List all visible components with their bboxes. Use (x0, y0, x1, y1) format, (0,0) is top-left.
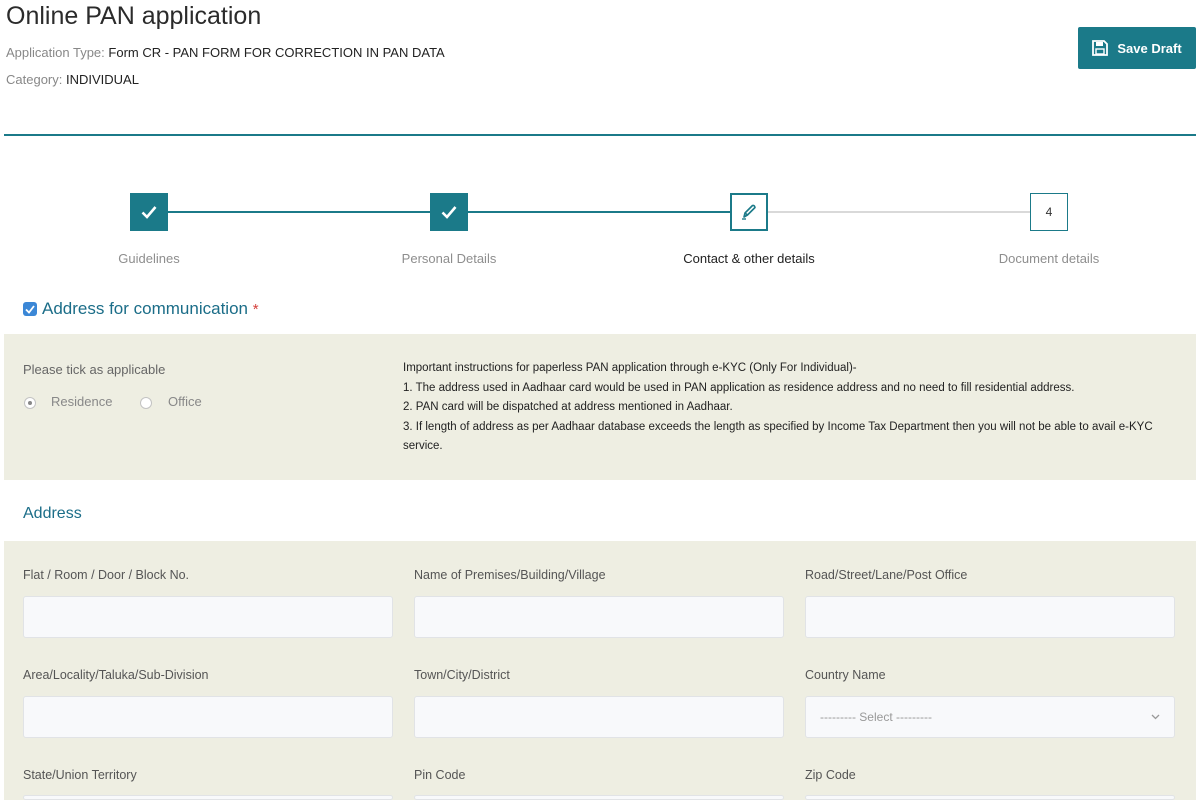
stepper-connector (168, 211, 430, 213)
country-field-label: Country Name (805, 668, 886, 682)
step-number: 4 (1045, 205, 1053, 219)
application-type-label: Application Type: (6, 45, 105, 60)
town-input[interactable] (414, 696, 784, 738)
step-label-guidelines: Guidelines (118, 251, 180, 266)
instructions-heading: Important instructions for paperless PAN… (403, 362, 857, 374)
instruction-item: 3. If length of address as per Aadhaar d… (403, 420, 1153, 453)
save-draft-label: Save Draft (1117, 40, 1182, 56)
header-divider (4, 134, 1196, 136)
communication-checkbox[interactable] (23, 302, 37, 316)
area-field-label: Area/Locality/Taluka/Sub-Division (23, 668, 209, 682)
premises-input[interactable] (414, 596, 784, 638)
application-type-value: Form CR - PAN FORM FOR CORRECTION IN PAN… (108, 45, 445, 60)
residence-radio[interactable] (24, 397, 36, 409)
area-input[interactable] (23, 696, 393, 738)
country-select[interactable]: --------- Select --------- (805, 696, 1175, 738)
office-radio[interactable] (140, 397, 152, 409)
save-draft-button[interactable]: Save Draft (1078, 27, 1196, 69)
checkmark-icon (25, 304, 35, 314)
communication-title-text: Address for communication (42, 299, 248, 318)
step-personal-details-marker[interactable] (430, 193, 468, 231)
application-type: Application Type: Form CR - PAN FORM FOR… (6, 45, 445, 60)
ekyc-instructions: Important instructions for paperless PAN… (403, 359, 1193, 457)
category-label: Category: (6, 72, 63, 87)
instruction-item: 1. The address used in Aadhaar card woul… (403, 381, 1075, 394)
state-input[interactable] (23, 795, 393, 800)
flat-input[interactable] (23, 596, 393, 638)
category-value: INDIVIDUAL (66, 72, 139, 87)
step-guidelines-marker[interactable] (130, 193, 168, 231)
checkmark-icon (141, 206, 157, 219)
checkmark-icon (441, 206, 457, 219)
country-select-value: --------- Select --------- (820, 710, 932, 724)
zip-field-label: Zip Code (805, 768, 856, 782)
step-label-contact-details: Contact & other details (683, 251, 815, 266)
stepper-connector (768, 211, 1030, 213)
pin-input[interactable] (414, 795, 784, 800)
step-document-details-marker[interactable]: 4 (1030, 193, 1068, 231)
road-field-label: Road/Street/Lane/Post Office (805, 568, 968, 582)
category: Category: INDIVIDUAL (6, 72, 139, 87)
step-label-personal-details: Personal Details (401, 251, 497, 266)
pencil-icon (742, 204, 756, 220)
flat-field-label: Flat / Room / Door / Block No. (23, 568, 190, 582)
instruction-item: 2. PAN card will be dispatched at addres… (403, 401, 733, 413)
communication-section-title: Address for communication * (42, 299, 259, 319)
office-radio-label[interactable]: Office (168, 394, 202, 409)
road-input[interactable] (805, 596, 1175, 638)
address-section-title: Address (23, 505, 82, 522)
chevron-down-icon (1151, 714, 1160, 720)
stepper-connector (468, 211, 730, 213)
state-field-label: State/Union Territory (23, 768, 137, 782)
step-label-document-details: Document details (998, 251, 1100, 266)
residence-radio-label[interactable]: Residence (51, 394, 112, 409)
floppy-disk-icon (1092, 40, 1109, 56)
step-contact-details-marker[interactable] (730, 193, 768, 231)
tick-instruction-label: Please tick as applicable (23, 362, 166, 377)
zip-input[interactable] (805, 795, 1175, 800)
page-title: Online PAN application (6, 2, 262, 30)
premises-field-label: Name of Premises/Building/Village (414, 568, 606, 582)
required-marker: * (252, 301, 259, 318)
town-field-label: Town/City/District (414, 668, 510, 682)
pin-field-label: Pin Code (414, 768, 466, 782)
